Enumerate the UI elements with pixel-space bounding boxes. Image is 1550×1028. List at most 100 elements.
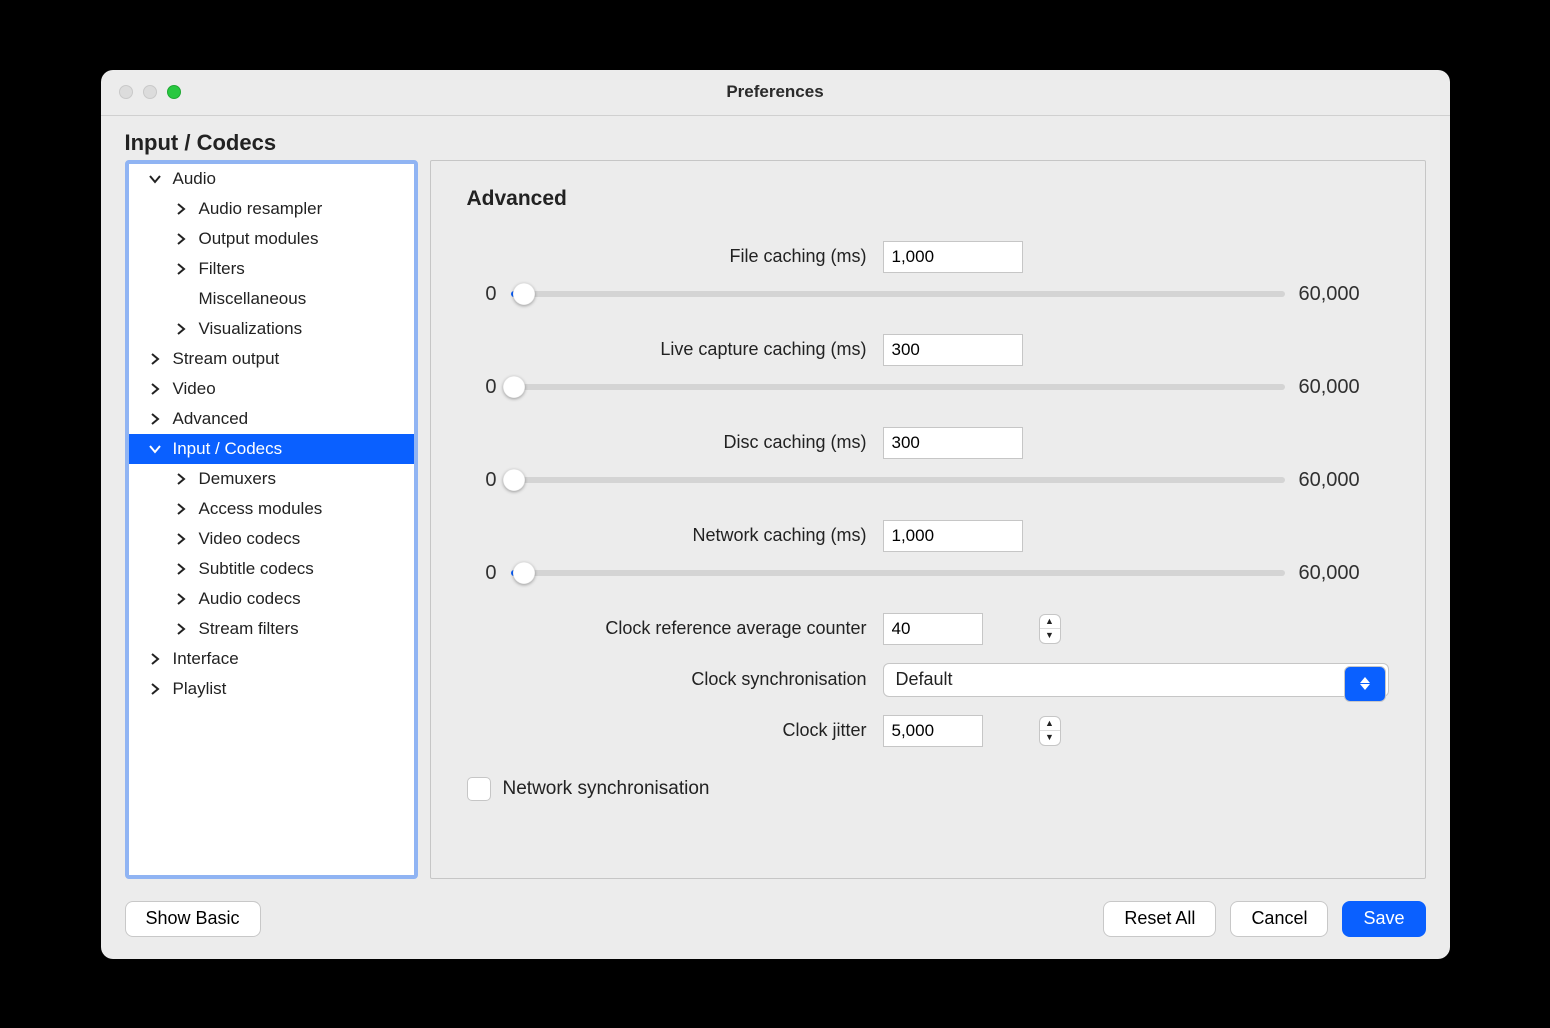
sidebar-item-label: Audio codecs [199, 589, 301, 609]
clock-sync-field: Clock synchronisation Default [467, 663, 1389, 697]
sidebar-item-label: Advanced [173, 409, 249, 429]
chevron-right-icon[interactable] [171, 323, 191, 335]
page-title: Input / Codecs [125, 130, 1426, 156]
settings-pane: Advanced File caching (ms) 0 60,000 Live… [430, 160, 1426, 879]
sidebar-item-playlist[interactable]: Playlist [129, 674, 414, 704]
sidebar-item-stream-output[interactable]: Stream output [129, 344, 414, 374]
clock-sync-label: Clock synchronisation [467, 669, 867, 690]
chevron-right-icon[interactable] [171, 563, 191, 575]
sidebar-item-label: Audio [173, 169, 216, 189]
chevron-right-icon[interactable] [145, 683, 165, 695]
sidebar-item-label: Access modules [199, 499, 323, 519]
sidebar-item-output-modules[interactable]: Output modules [129, 224, 414, 254]
titlebar: Preferences [101, 70, 1450, 116]
show-basic-button[interactable]: Show Basic [125, 901, 261, 937]
sidebar-item-label: Interface [173, 649, 239, 669]
clock-jitter-input[interactable] [883, 715, 983, 747]
footer: Show Basic Reset All Cancel Save [101, 885, 1450, 959]
clock-jitter-field: Clock jitter ▲ ▼ [467, 715, 1389, 747]
network-caching-slider-row: 0 60,000 [467, 562, 1389, 585]
live-caching-slider-row: 0 60,000 [467, 376, 1389, 399]
disc-caching-slider[interactable] [511, 470, 1285, 490]
sidebar-item-video-codecs[interactable]: Video codecs [129, 524, 414, 554]
clock-ref-input[interactable] [883, 613, 983, 645]
sidebar-item-audio-resampler[interactable]: Audio resampler [129, 194, 414, 224]
clock-ref-label: Clock reference average counter [467, 618, 867, 639]
sidebar-item-miscellaneous[interactable]: Miscellaneous [129, 284, 414, 314]
reset-all-button[interactable]: Reset All [1103, 901, 1216, 937]
chevron-right-icon[interactable] [145, 353, 165, 365]
chevron-right-icon[interactable] [171, 203, 191, 215]
sidebar-item-label: Output modules [199, 229, 319, 249]
sidebar-item-interface[interactable]: Interface [129, 644, 414, 674]
chevron-down-icon[interactable] [145, 443, 165, 455]
chevron-down-icon[interactable]: ▼ [1040, 629, 1060, 643]
sidebar-item-access-modules[interactable]: Access modules [129, 494, 414, 524]
sidebar-item-subtitle-codecs[interactable]: Subtitle codecs [129, 554, 414, 584]
file-caching-label: File caching (ms) [467, 246, 867, 267]
chevron-right-icon[interactable] [171, 233, 191, 245]
window-title: Preferences [101, 82, 1450, 102]
chevron-right-icon[interactable] [145, 383, 165, 395]
sidebar-item-label: Input / Codecs [173, 439, 283, 459]
chevron-down-icon[interactable] [145, 173, 165, 185]
save-button[interactable]: Save [1342, 901, 1425, 937]
clock-jitter-stepper[interactable]: ▲ ▼ [1039, 716, 1061, 746]
chevron-right-icon[interactable] [171, 623, 191, 635]
network-caching-slider[interactable] [511, 563, 1285, 583]
clock-sync-select[interactable]: Default [883, 663, 1389, 697]
live-caching-label: Live capture caching (ms) [467, 339, 867, 360]
chevron-right-icon[interactable] [145, 653, 165, 665]
file-caching-input[interactable] [883, 241, 1023, 273]
cancel-button[interactable]: Cancel [1230, 901, 1328, 937]
sidebar-item-filters[interactable]: Filters [129, 254, 414, 284]
clock-ref-stepper[interactable]: ▲ ▼ [1039, 614, 1061, 644]
sidebar-item-advanced[interactable]: Advanced [129, 404, 414, 434]
network-caching-input[interactable] [883, 520, 1023, 552]
disc-caching-field: Disc caching (ms) [467, 427, 1389, 459]
live-caching-field: Live capture caching (ms) [467, 334, 1389, 366]
sidebar-item-input-codecs[interactable]: Input / Codecs [129, 434, 414, 464]
slider-min: 0 [467, 376, 497, 399]
slider-max: 60,000 [1299, 469, 1389, 492]
columns: Audio Audio resampler Output modules Filter… [125, 160, 1426, 879]
slider-max: 60,000 [1299, 376, 1389, 399]
pane-title: Advanced [467, 187, 1389, 211]
chevron-right-icon[interactable] [171, 263, 191, 275]
sidebar-item-visualizations[interactable]: Visualizations [129, 314, 414, 344]
sidebar-item-label: Stream filters [199, 619, 299, 639]
sidebar-item-audio-codecs[interactable]: Audio codecs [129, 584, 414, 614]
live-caching-slider[interactable] [511, 377, 1285, 397]
file-caching-slider[interactable] [511, 284, 1285, 304]
chevron-right-icon[interactable] [171, 503, 191, 515]
sidebar-item-demuxers[interactable]: Demuxers [129, 464, 414, 494]
slider-min: 0 [467, 562, 497, 585]
chevron-right-icon[interactable] [145, 413, 165, 425]
chevron-right-icon[interactable] [171, 473, 191, 485]
sidebar-item-label: Miscellaneous [199, 289, 307, 309]
sidebar-item-stream-filters[interactable]: Stream filters [129, 614, 414, 644]
sidebar-tree[interactable]: Audio Audio resampler Output modules Filter… [125, 160, 418, 879]
disc-caching-slider-row: 0 60,000 [467, 469, 1389, 492]
chevron-right-icon[interactable] [171, 533, 191, 545]
chevron-up-icon[interactable]: ▲ [1040, 615, 1060, 630]
updown-icon[interactable] [1344, 666, 1386, 702]
sidebar-item-label: Filters [199, 259, 245, 279]
slider-min: 0 [467, 469, 497, 492]
sidebar-item-video[interactable]: Video [129, 374, 414, 404]
chevron-up-icon[interactable]: ▲ [1040, 717, 1060, 732]
slider-max: 60,000 [1299, 283, 1389, 306]
network-sync-checkbox[interactable] [467, 777, 491, 801]
sidebar-item-audio[interactable]: Audio [129, 164, 414, 194]
sidebar-item-label: Visualizations [199, 319, 303, 339]
live-caching-input[interactable] [883, 334, 1023, 366]
sidebar-item-label: Audio resampler [199, 199, 323, 219]
chevron-down-icon[interactable]: ▼ [1040, 731, 1060, 745]
disc-caching-input[interactable] [883, 427, 1023, 459]
sidebar-item-label: Video [173, 379, 216, 399]
chevron-right-icon[interactable] [171, 593, 191, 605]
network-sync-label: Network synchronisation [503, 778, 710, 800]
clock-jitter-label: Clock jitter [467, 720, 867, 741]
network-caching-field: Network caching (ms) [467, 520, 1389, 552]
sidebar-item-label: Video codecs [199, 529, 301, 549]
